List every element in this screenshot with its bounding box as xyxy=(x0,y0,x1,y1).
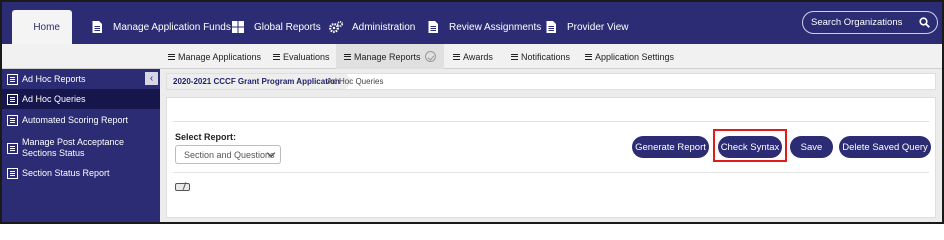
document-icon xyxy=(546,21,556,33)
gears-icon xyxy=(329,21,343,33)
sidebar-item-section-status-report[interactable]: Section Status Report xyxy=(2,163,160,183)
check-circle-icon xyxy=(424,51,436,62)
subnav-label: Awards xyxy=(463,51,493,62)
subnav-notifications[interactable]: Notifications xyxy=(511,44,570,69)
tab-label: Home xyxy=(33,21,60,33)
breadcrumb-program-link[interactable]: 2020-2021 CCCF Grant Program Application xyxy=(167,74,353,89)
sub-navigation: Manage Applications Evaluations Manage R… xyxy=(2,44,942,69)
sidebar-item-label: Ad Hoc Reports xyxy=(22,73,86,84)
toggle-icon[interactable] xyxy=(175,183,190,191)
tab-provider-view[interactable]: Provider View xyxy=(544,10,629,44)
scoring-icon xyxy=(7,115,18,126)
subnav-label: Manage Reports xyxy=(354,51,421,62)
sidebar-item-label: Automated Scoring Report xyxy=(22,115,129,125)
sidebar-item-automated-scoring-report[interactable]: Automated Scoring Report xyxy=(2,110,160,131)
query-icon xyxy=(7,93,18,105)
sidebar-item-manage-post-acceptance-sections-status[interactable]: Manage Post Acceptance Sections Status xyxy=(2,133,160,163)
subnav-manage-reports[interactable]: Manage Reports xyxy=(336,44,444,69)
menu-icon xyxy=(453,53,460,60)
menu-icon xyxy=(273,53,280,60)
app-frame: Home Manage Application Funds Global Rep… xyxy=(0,0,944,224)
highlight-box xyxy=(713,129,787,162)
sidebar-item-label: Manage Post Acceptance Sections Status xyxy=(22,137,125,158)
tab-administration[interactable]: Administration xyxy=(329,10,415,44)
divider xyxy=(173,172,929,173)
tab-global-reports[interactable]: Global Reports xyxy=(231,10,321,44)
status-icon xyxy=(7,142,18,154)
sidebar: Ad Hoc Reports ‹ Ad Hoc Queries Automate… xyxy=(2,69,160,222)
collapse-sidebar-button[interactable]: ‹ xyxy=(145,72,158,85)
subnav-label: Application Settings xyxy=(595,51,675,62)
search-placeholder: Search Organizations xyxy=(811,17,903,28)
top-navigation: Home Manage Application Funds Global Rep… xyxy=(2,2,942,44)
subnav-label: Evaluations xyxy=(283,51,330,62)
select-report-label: Select Report: xyxy=(175,132,237,142)
breadcrumb: 2020-2021 CCCF Grant Program Application… xyxy=(166,73,936,90)
subnav-application-settings[interactable]: Application Settings xyxy=(585,44,674,69)
sidebar-item-ad-hoc-queries[interactable]: Ad Hoc Queries xyxy=(2,89,160,109)
tab-home[interactable]: Home xyxy=(12,10,72,44)
generate-report-button[interactable]: Generate Report xyxy=(632,136,709,158)
breadcrumb-current: Ad Hoc Queries xyxy=(327,77,384,86)
subnav-label: Manage Applications xyxy=(178,51,262,62)
save-button[interactable]: Save xyxy=(790,136,833,158)
search-organizations-input[interactable]: Search Organizations xyxy=(802,11,938,34)
subnav-evaluations[interactable]: Evaluations xyxy=(273,44,330,69)
tab-label: Manage Application Funds xyxy=(113,21,231,33)
subnav-manage-applications[interactable]: Manage Applications xyxy=(168,44,261,69)
menu-icon xyxy=(511,53,518,60)
report-icon xyxy=(7,73,18,85)
menu-icon xyxy=(168,53,175,60)
menu-icon xyxy=(344,53,351,60)
query-panel: Select Report: Section and Questions Gen… xyxy=(166,97,936,218)
tab-label: Review Assignments xyxy=(449,21,542,33)
subnav-label: Notifications xyxy=(521,51,571,62)
document-icon xyxy=(428,21,438,33)
select-report-dropdown[interactable]: Section and Questions xyxy=(175,145,281,164)
divider xyxy=(173,121,929,122)
sidebar-item-ad-hoc-reports[interactable]: Ad Hoc Reports xyxy=(2,69,160,89)
report-icon xyxy=(7,167,18,179)
document-icon xyxy=(92,21,102,33)
sidebar-item-label: Ad Hoc Queries xyxy=(22,93,86,104)
grid-icon xyxy=(232,21,244,33)
tab-manage-application-funds[interactable]: Manage Application Funds xyxy=(90,10,231,44)
tab-label: Provider View xyxy=(567,21,629,33)
menu-icon xyxy=(585,53,592,60)
tab-label: Administration xyxy=(352,21,416,33)
tab-label: Global Reports xyxy=(254,21,321,33)
subnav-awards[interactable]: Awards xyxy=(453,44,493,69)
delete-saved-query-button[interactable]: Delete Saved Query xyxy=(839,136,931,158)
search-icon[interactable] xyxy=(919,17,930,28)
select-report-value: Section and Questions xyxy=(184,150,275,160)
sidebar-item-label: Section Status Report xyxy=(22,167,110,178)
tab-review-assignments[interactable]: Review Assignments xyxy=(426,10,541,44)
